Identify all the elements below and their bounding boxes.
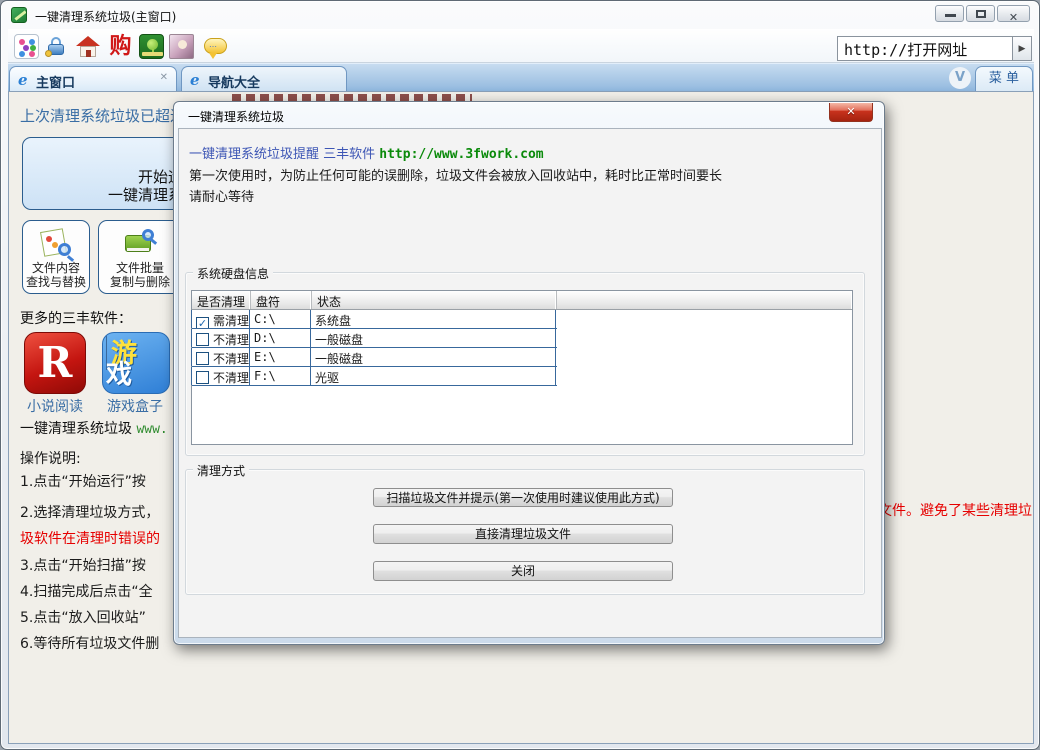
ie-icon: e: [18, 71, 28, 89]
occluded-text-strip: [232, 94, 472, 101]
minimize-icon: [945, 14, 956, 17]
last-clean-notice: 上次清理系统垃圾已超过: [20, 105, 185, 126]
screen: 一键清理系统垃圾(主窗口) ✕ 购 … http://打开网址 ▶ e: [0, 0, 1040, 750]
app-grid-icon[interactable]: [14, 34, 39, 59]
checkbox[interactable]: ✓: [196, 317, 209, 328]
instructions-label: 操作说明:: [20, 448, 81, 468]
game-box-label[interactable]: 游戏盒子: [95, 396, 175, 416]
warning-line-left: 圾软件在清理时错误的: [20, 528, 160, 548]
dialog-close-button[interactable]: ✕: [829, 103, 873, 122]
photo-icon[interactable]: [169, 34, 194, 59]
instruction-step-6: 6.等待所有垃圾文件删: [20, 633, 159, 653]
scan-and-prompt-button[interactable]: 扫描垃圾文件并提示(第一次使用时建议使用此方式): [373, 488, 673, 507]
novel-reader-app-icon[interactable]: R: [24, 332, 86, 394]
minimize-button[interactable]: [935, 5, 964, 22]
disk-table-header: 是否清理 盘符 状态: [192, 291, 852, 310]
window-title: 一键清理系统垃圾(主窗口): [35, 8, 176, 25]
main-window: 一键清理系统垃圾(主窗口) ✕ 购 … http://打开网址 ▶ e: [0, 0, 1040, 750]
website-link[interactable]: http://www.3fwork.com: [379, 147, 543, 162]
pvz-icon[interactable]: [139, 34, 164, 59]
close-dialog-button[interactable]: 关闭: [373, 561, 673, 581]
col-header-drive[interactable]: 盘符: [251, 291, 312, 309]
book-search-icon: [123, 229, 157, 259]
dialog-desc-1: 第一次使用时，为防止任何可能的误删除，垃圾文件会被放入回收站中，耗时比正常时间要…: [189, 165, 722, 184]
dialog-title: 一键清理系统垃圾: [188, 108, 284, 125]
close-button[interactable]: ✕: [997, 5, 1030, 22]
col-header-empty: [557, 291, 852, 309]
maximize-icon: [976, 10, 986, 18]
warning-line-right: 文件。避免了某些清理垃: [878, 500, 1032, 520]
lock-icon[interactable]: [44, 34, 69, 59]
file-content-replace-button[interactable]: 文件内容查找与替换: [22, 220, 90, 294]
disk-table: 是否清理 盘符 状态 ✓需清理 C:\ 系统盘 不清理 D:\: [191, 290, 853, 445]
dialog-body: 一键清理系统垃圾提醒 三丰软件 http://www.3fwork.com 第一…: [178, 128, 882, 638]
url-input[interactable]: http://打开网址: [837, 36, 1013, 61]
close-icon: ✕: [1009, 11, 1018, 24]
novel-reader-label[interactable]: 小说阅读: [17, 396, 93, 416]
tab-close-icon[interactable]: ✕: [160, 72, 168, 83]
col-header-status[interactable]: 状态: [312, 291, 557, 309]
site-line: 一键清理系统垃圾 www.: [20, 418, 168, 438]
disk-group-label: 系统硬盘信息: [193, 265, 273, 282]
cleaner-dialog: 一键清理系统垃圾 ✕ 一键清理系统垃圾提醒 三丰软件 http://www.3f…: [173, 101, 885, 645]
more-software-label: 更多的三丰软件：: [20, 308, 132, 328]
disk-table-rows: ✓需清理 C:\ 系统盘 不清理 D:\ 一般磁盘 不清理 E:\ 一般: [192, 310, 557, 386]
instruction-step-1: 1.点击“开始运行”按: [20, 471, 146, 491]
menu-button[interactable]: 菜 单: [975, 66, 1033, 91]
instruction-step-4: 4.扫描完成后点击“全: [20, 581, 153, 601]
checkbox[interactable]: [196, 352, 209, 365]
tab-strip: e 主窗口 ✕ e 导航大全: [8, 63, 1034, 91]
tab-main-window[interactable]: e 主窗口 ✕: [9, 66, 177, 92]
window-titlebar[interactable]: 一键清理系统垃圾(主窗口) ✕: [1, 1, 1039, 29]
broom-app-icon: [11, 7, 27, 23]
table-row[interactable]: ✓需清理 C:\ 系统盘: [192, 310, 557, 329]
instruction-step-3: 3.点击“开始扫描”按: [20, 555, 146, 575]
instruction-step-2: 2.选择清理垃圾方式，: [20, 502, 159, 522]
col-header-clean[interactable]: 是否清理: [192, 291, 251, 309]
file-batch-copy-button[interactable]: 文件批量复制与删除: [98, 220, 182, 294]
dialog-header-line: 一键清理系统垃圾提醒 三丰软件 http://www.3fwork.com: [189, 143, 544, 162]
table-row[interactable]: 不清理 E:\ 一般磁盘: [192, 348, 557, 367]
tab-navigation[interactable]: e 导航大全: [181, 66, 347, 92]
table-row[interactable]: 不清理 F:\ 光驱: [192, 367, 557, 386]
doc-search-icon: [39, 228, 73, 260]
ie-icon: e: [190, 71, 200, 89]
game-box-app-icon[interactable]: 游 戏: [102, 332, 170, 394]
checkbox[interactable]: [196, 333, 209, 346]
instruction-step-5: 5.点击“放入回收站”: [20, 607, 146, 627]
collapse-v-badge[interactable]: V: [949, 67, 971, 89]
direct-clean-button[interactable]: 直接清理垃圾文件: [373, 524, 673, 544]
checkbox[interactable]: [196, 371, 209, 384]
site-url-fragment: www.: [136, 422, 167, 437]
dialog-desc-2: 请耐心等待: [189, 186, 254, 205]
shop-icon[interactable]: 购: [108, 34, 133, 59]
method-group-label: 清理方式: [193, 462, 249, 479]
table-row[interactable]: 不清理 D:\ 一般磁盘: [192, 329, 557, 348]
url-go-button[interactable]: ▶: [1013, 36, 1032, 61]
maximize-button[interactable]: [966, 5, 995, 22]
chat-bubble-icon[interactable]: …: [203, 34, 228, 59]
home-icon[interactable]: [76, 34, 101, 59]
